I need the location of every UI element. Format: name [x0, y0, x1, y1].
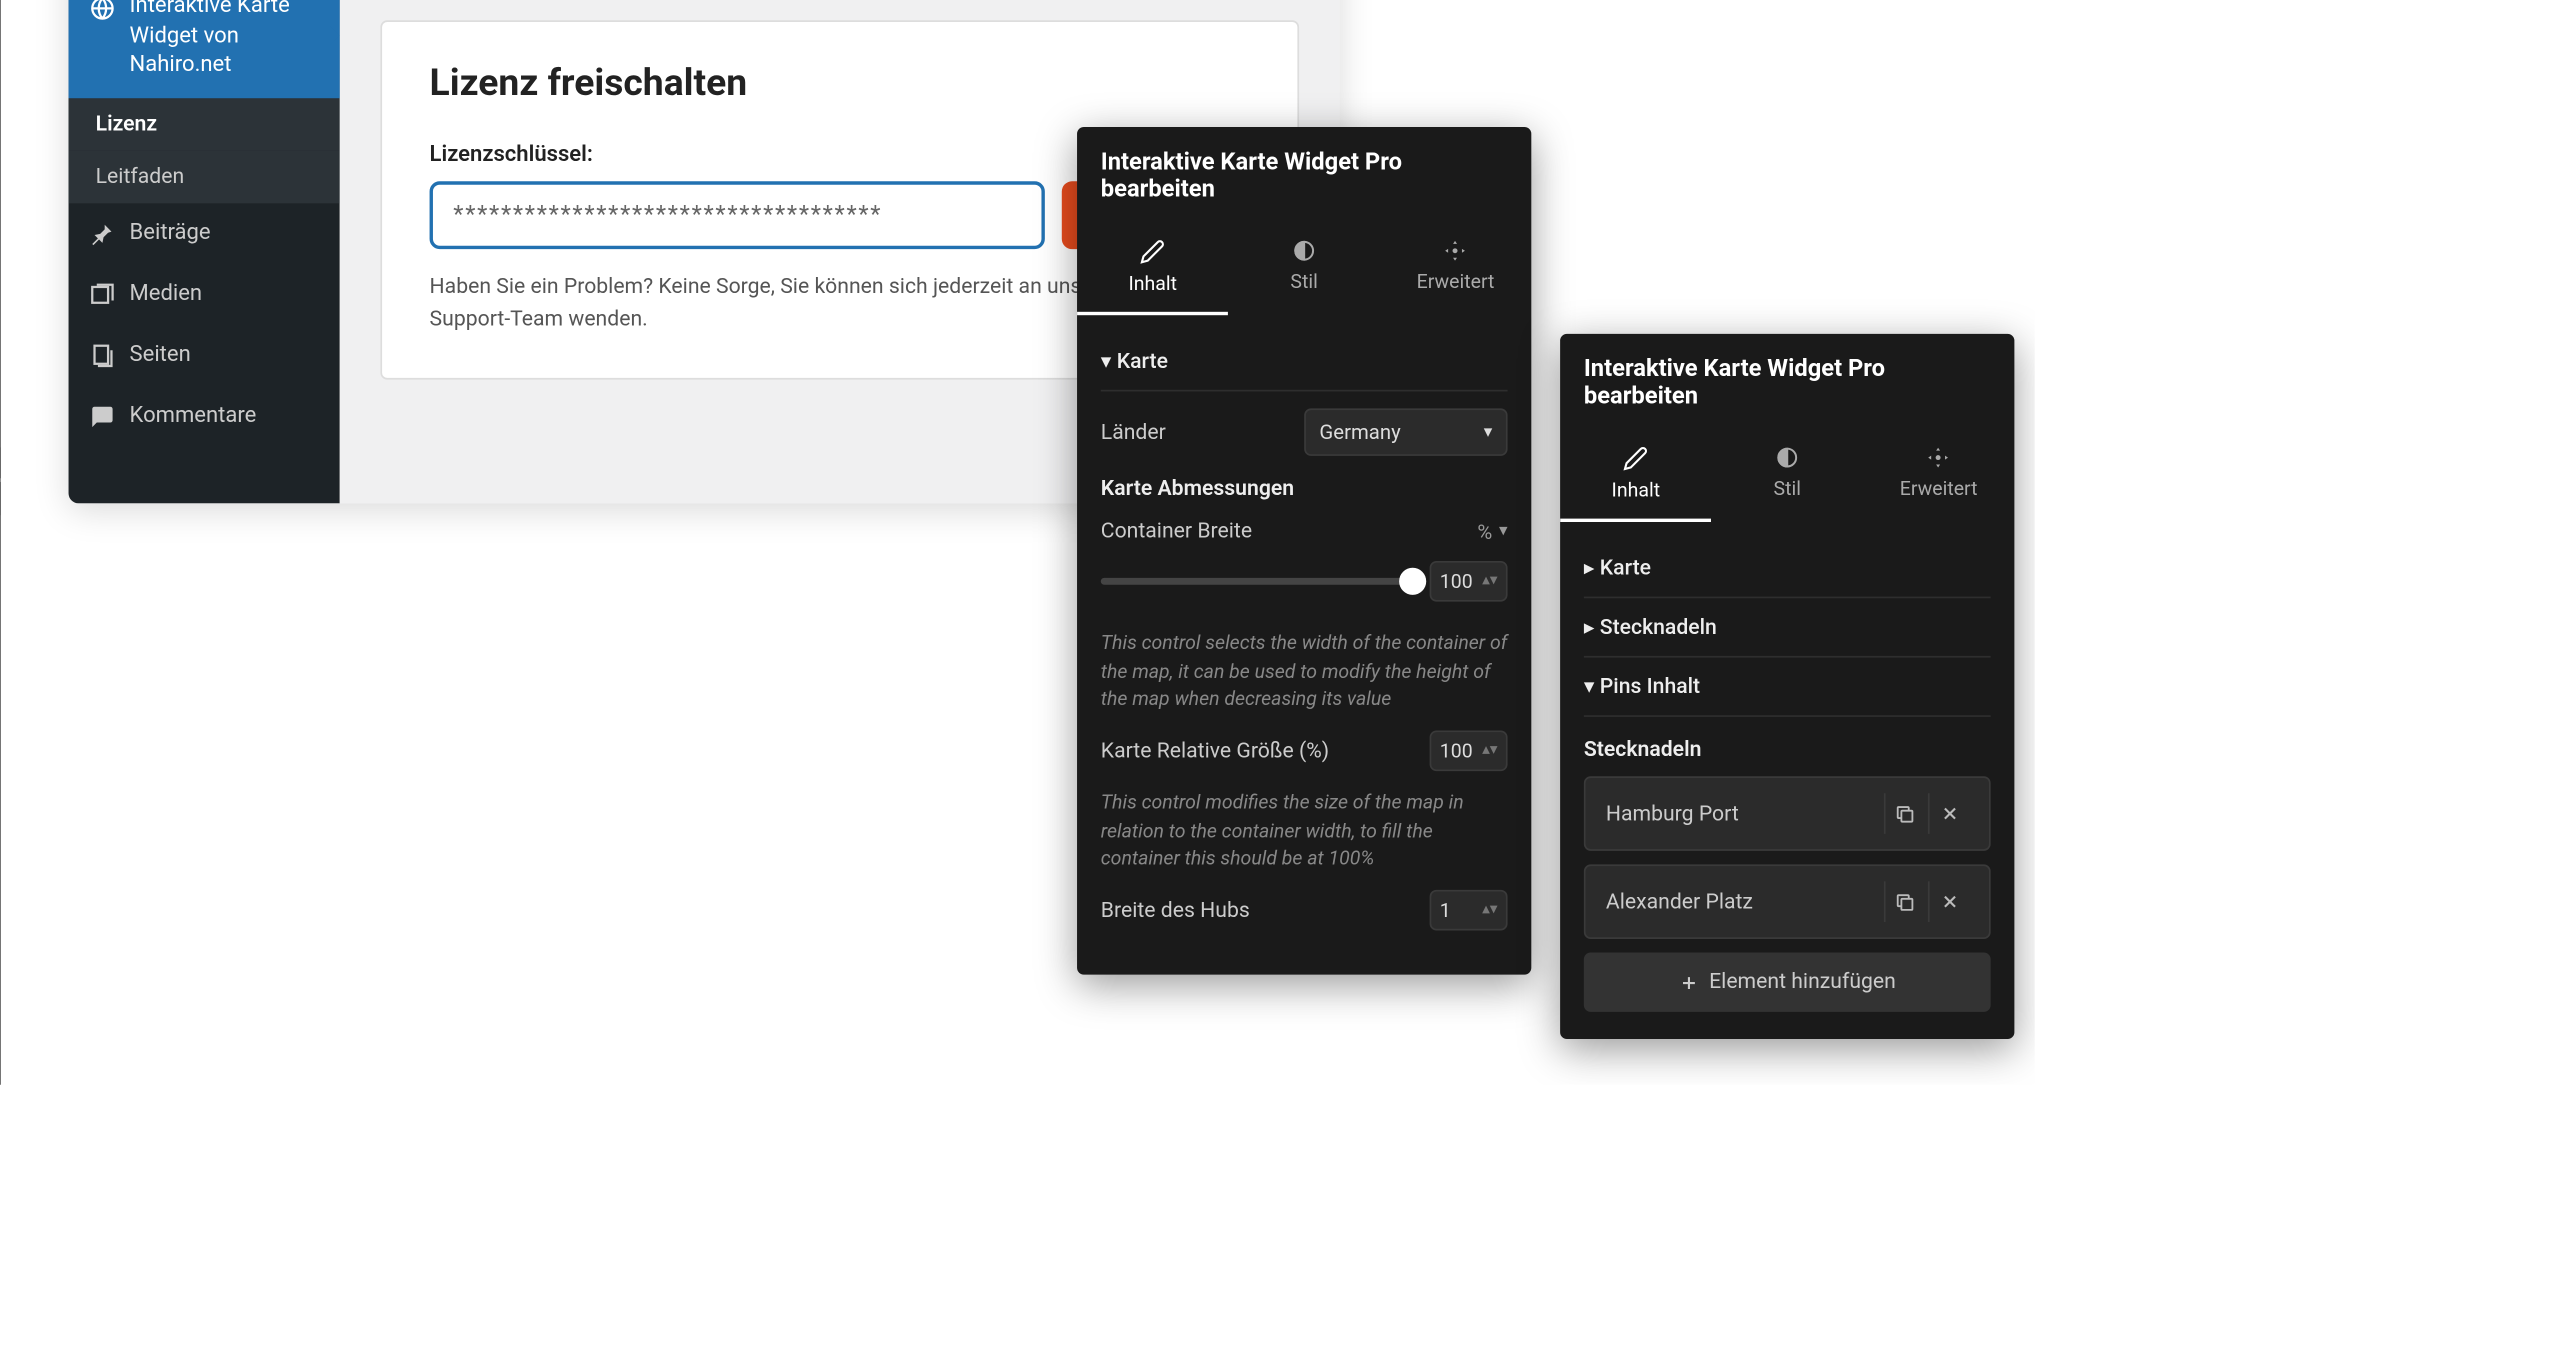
fp2-tab-advanced[interactable]: Erweitert — [1863, 432, 2014, 522]
fp2-pins-label: Stecknadeln — [1584, 737, 1991, 762]
widget-panel-2: Interaktive Karte Widget Pro bearbeiten … — [1560, 334, 2014, 1039]
fp1-label-countries: Länder — [1101, 419, 1166, 444]
widget-panel-2-title: Interaktive Karte Widget Pro bearbeiten — [1560, 334, 2014, 432]
widget-panel-1: Interaktive Karte Widget Pro bearbeiten … — [1077, 127, 1531, 975]
fp1-tab-content[interactable]: Inhalt — [1077, 225, 1228, 315]
menu-media[interactable]: Medien — [69, 264, 340, 325]
globe-icon — [89, 0, 116, 22]
fp1-heading-dimensions: Karte Abmessungen — [1101, 476, 1508, 501]
fp1-hint-1: This control selects the width of the co… — [1101, 629, 1508, 714]
media-icon — [89, 281, 116, 308]
fp1-select-countries[interactable]: Germany▾ — [1304, 408, 1507, 455]
pin-icon — [89, 220, 116, 247]
fp2-section-pins-content[interactable]: ▾ Pins Inhalt — [1584, 658, 1991, 717]
fp1-tab-advanced[interactable]: Erweitert — [1380, 225, 1531, 315]
fp2-section-pins[interactable]: ▸ Stecknadeln — [1584, 598, 1991, 657]
pin-item-label: Alexander Platz — [1606, 889, 1753, 914]
fp1-hint-2: This control modifies the size of the ma… — [1101, 788, 1508, 873]
pin-item-label: Hamburg Port — [1606, 801, 1739, 826]
pin-item[interactable]: Hamburg Port — [1584, 776, 1991, 851]
fp1-input-hub[interactable]: 1▴▾ — [1430, 890, 1508, 931]
menu-widget[interactable]: Interaktive Karte Widget von Nahiro.net — [69, 0, 340, 98]
fp1-label-hub: Breite des Hubs — [1101, 897, 1250, 922]
pages-icon — [89, 342, 116, 369]
menu-pages[interactable]: Seiten — [69, 325, 340, 386]
fp2-section-map[interactable]: ▸ Karte — [1584, 539, 1991, 598]
fp1-slider-container-width[interactable] — [1101, 578, 1413, 585]
menu-comments[interactable]: Kommentare — [69, 386, 340, 447]
fp1-label-rel-size: Karte Relative Größe (%) — [1101, 738, 1329, 763]
plus-icon — [1679, 972, 1699, 992]
widget-panel-1-title: Interaktive Karte Widget Pro bearbeiten — [1077, 127, 1531, 225]
canvas: Interaktive Karte für Elementor ProLive … — [1, 0, 2035, 1085]
pin-item[interactable]: Alexander Platz — [1584, 864, 1991, 939]
pin-delete[interactable] — [1928, 881, 1969, 922]
fp1-label-container-width: Container Breite — [1101, 519, 1252, 544]
submenu-license[interactable]: Lizenz — [69, 98, 340, 151]
license-key-input[interactable] — [430, 181, 1045, 249]
submenu-guide[interactable]: Leitfaden — [69, 150, 340, 203]
fp2-tab-style[interactable]: Stil — [1712, 432, 1863, 522]
fp1-input-container-width[interactable]: 100▴▾ — [1430, 561, 1508, 602]
pin-delete[interactable] — [1928, 793, 1969, 834]
pin-duplicate[interactable] — [1884, 793, 1925, 834]
fp1-tab-style[interactable]: Stil — [1228, 225, 1379, 315]
pin-duplicate[interactable] — [1884, 881, 1925, 922]
add-pin-button[interactable]: Element hinzufügen — [1584, 953, 1991, 1012]
fp2-tab-content[interactable]: Inhalt — [1560, 432, 1711, 522]
fp1-input-rel-size[interactable]: 100▴▾ — [1430, 731, 1508, 772]
fp1-section-map[interactable]: ▾ Karte — [1101, 332, 1508, 391]
license-title: Lizenz freischalten — [430, 63, 1250, 105]
menu-posts[interactable]: Beiträge — [69, 203, 340, 264]
comment-icon — [89, 403, 116, 430]
fp1-unit-container-width[interactable]: % ▾ — [1477, 519, 1507, 543]
